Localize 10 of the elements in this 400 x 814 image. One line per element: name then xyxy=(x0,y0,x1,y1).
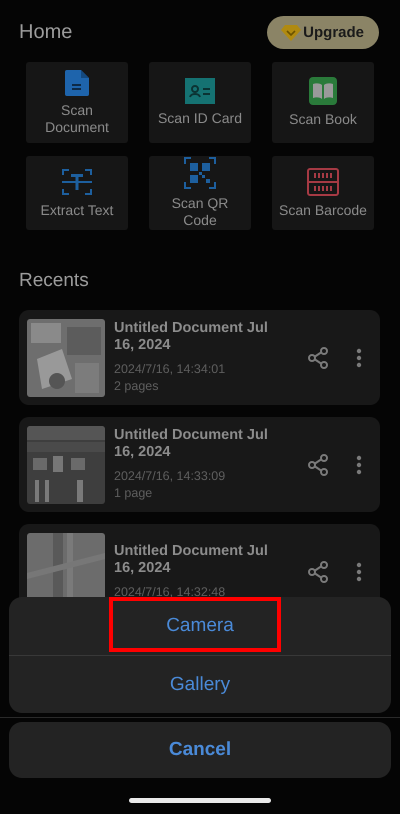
document-date: 2024/7/16, 14:34:01 xyxy=(114,361,226,378)
section-title: Recents xyxy=(19,270,90,292)
page-count: 1 page xyxy=(114,484,154,502)
document-title: Untitled Document Jul 16, 2024 xyxy=(114,427,269,462)
document-date: 2024/7/16, 14:32:48 xyxy=(114,584,226,600)
document-title: Untitled Document Jul 16, 2024 xyxy=(114,320,269,354)
document-title: Untitled Document Jul 16, 2024 xyxy=(114,542,269,577)
page-title: Home xyxy=(19,21,72,44)
document-date: 2024/7/16, 14:33:09 xyxy=(114,468,226,485)
page-count: 2 pages xyxy=(114,378,160,395)
